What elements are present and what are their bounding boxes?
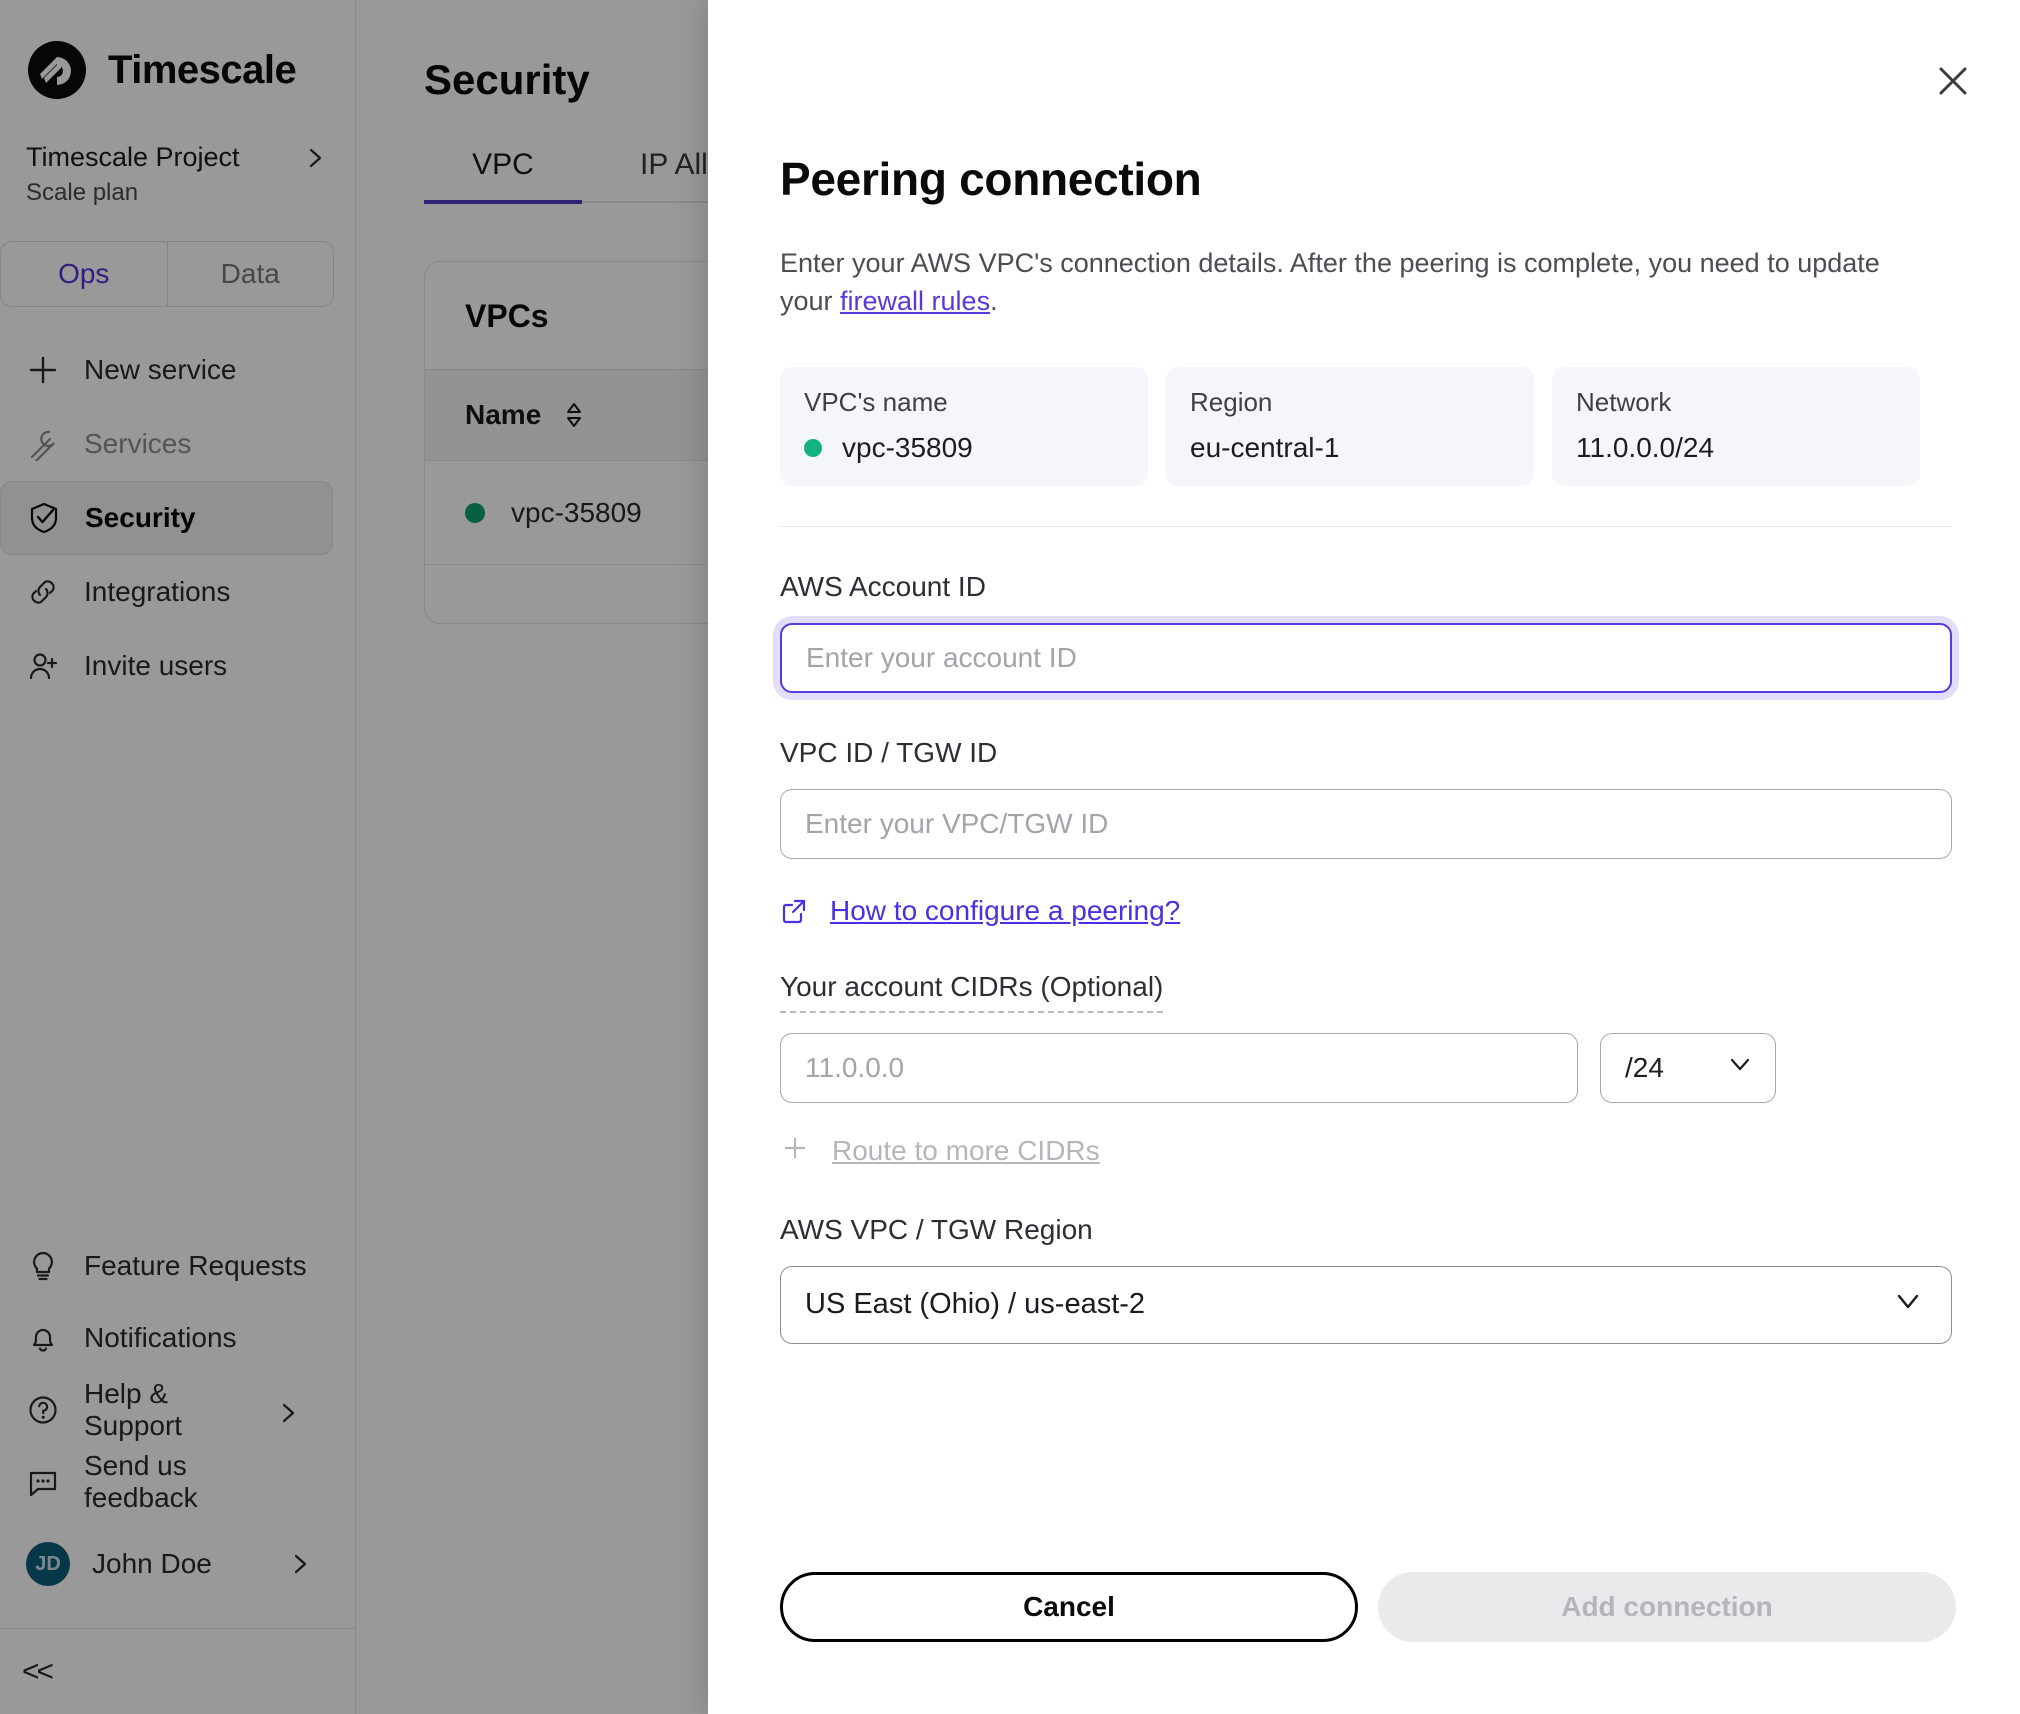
info-card-label: Network	[1576, 386, 1672, 417]
firewall-rules-link[interactable]: firewall rules	[840, 286, 990, 316]
field-aws-account-id: AWS Account ID	[780, 571, 1952, 693]
peering-connection-modal: Peering connection Enter your AWS VPC's …	[708, 0, 2020, 1714]
field-vpc-tgw-id: VPC ID / TGW ID	[780, 737, 1952, 859]
field-aws-region: AWS VPC / TGW Region US East (Ohio) / us…	[780, 1214, 1952, 1344]
cidr-mask-value: /24	[1625, 1051, 1664, 1083]
info-card-value-row: 11.0.0.0/24	[1576, 432, 1896, 464]
modal-actions: Cancel Add connection	[780, 1572, 1956, 1642]
info-card-vpc-name: VPC's name vpc-35809	[780, 366, 1148, 486]
vpc-info-cards: VPC's name vpc-35809 Region eu-central-1…	[780, 366, 1952, 486]
info-card-value-row: vpc-35809	[804, 432, 1124, 464]
chevron-down-icon	[1727, 1051, 1753, 1084]
info-card-value: vpc-35809	[842, 431, 973, 463]
field-label: AWS VPC / TGW Region	[780, 1213, 1093, 1245]
aws-region-select[interactable]: US East (Ohio) / us-east-2	[780, 1265, 1952, 1344]
field-account-cidrs: Your account CIDRs (Optional) /24 Route …	[780, 971, 1952, 1170]
info-card-value: 11.0.0.0/24	[1576, 431, 1715, 463]
info-card-label: Region	[1190, 386, 1273, 417]
route-to-more-cidrs-button[interactable]: Route to more CIDRs	[780, 1133, 1952, 1170]
info-card-value: eu-central-1	[1190, 431, 1340, 463]
chevron-down-icon	[1893, 1286, 1923, 1324]
field-label: VPC ID / TGW ID	[780, 736, 998, 768]
modal-description-suffix: .	[990, 286, 998, 317]
field-label: AWS Account ID	[780, 570, 986, 602]
cidr-mask-select[interactable]: /24	[1600, 1032, 1776, 1103]
aws-region-value: US East (Ohio) / us-east-2	[805, 1288, 1146, 1321]
add-connection-button[interactable]: Add connection	[1378, 1572, 1956, 1642]
external-link-icon	[780, 897, 808, 925]
modal-body: Peering connection Enter your AWS VPC's …	[708, 0, 2020, 1714]
divider	[780, 525, 1952, 527]
modal-title: Peering connection	[780, 153, 1202, 205]
how-to-configure-row[interactable]: How to configure a peering?	[780, 895, 1952, 927]
status-dot-icon	[804, 438, 822, 457]
modal-description: Enter your AWS VPC's connection details.…	[780, 244, 1910, 321]
aws-account-id-input[interactable]	[780, 622, 1952, 693]
info-card-label: VPC's name	[804, 386, 948, 417]
route-to-more-cidrs-label: Route to more CIDRs	[832, 1135, 1100, 1167]
plus-icon	[780, 1133, 810, 1170]
cancel-button[interactable]: Cancel	[780, 1572, 1358, 1642]
info-card-region: Region eu-central-1	[1166, 366, 1534, 486]
how-to-configure-peering-link[interactable]: How to configure a peering?	[830, 895, 1180, 927]
field-label: Your account CIDRs (Optional)	[780, 971, 1164, 1013]
vpc-tgw-id-input[interactable]	[780, 788, 1952, 859]
cidr-row: /24	[780, 1032, 1952, 1103]
cidr-input[interactable]	[780, 1032, 1578, 1103]
info-card-network: Network 11.0.0.0/24	[1552, 366, 1920, 486]
info-card-value-row: eu-central-1	[1190, 432, 1510, 464]
